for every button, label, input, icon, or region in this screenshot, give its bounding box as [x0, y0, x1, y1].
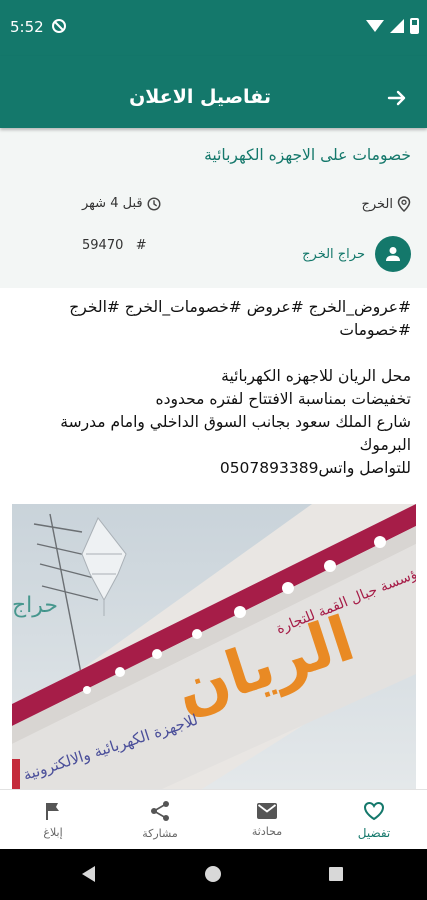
ad-info-card: خصومات على الاجهزه الكهربائية الخرج قبل … [0, 128, 427, 288]
nav-report-label: إبلاغ [43, 826, 63, 839]
status-bar: 5:52 [0, 0, 427, 56]
signal-icon [390, 19, 404, 33]
status-icons [366, 16, 419, 36]
avatar[interactable] [375, 236, 411, 272]
location-pin-icon [397, 196, 411, 212]
nav-chat-label: محادثة [251, 825, 283, 838]
watermark: حراج الخرج [12, 593, 58, 618]
author-name[interactable]: حراج الخرج [302, 247, 365, 262]
share-icon [151, 801, 169, 821]
description-line: للتواصل واتس0507893389 [219, 459, 411, 477]
heart-icon [363, 801, 385, 820]
system-home-icon[interactable] [205, 866, 221, 882]
system-recents-icon[interactable] [329, 867, 343, 881]
ad-number-value: 59470 [82, 238, 124, 253]
description-line: شارع الملك سعود بجانب السوق الداخلي واما… [60, 413, 411, 431]
battery-icon [410, 18, 419, 34]
nav-share[interactable]: مشاركة [107, 790, 213, 850]
description-line: تخفيضات بمناسبة الافتتاح لفتره محدوده [155, 390, 411, 408]
description-line: محل الريان للاجهزه الكهربائية [221, 367, 411, 385]
ad-number: 59470 # [82, 238, 147, 253]
description-line: #خصومات [339, 321, 411, 339]
nav-favorite-label: تفضيل [357, 825, 391, 840]
nav-report[interactable]: إبلاغ [0, 790, 106, 850]
bottom-nav: تفضيل محادثة مشاركة إبلاغ [0, 789, 427, 849]
system-back-icon[interactable] [82, 866, 95, 882]
arrow-forward-icon[interactable] [385, 86, 409, 110]
description-gap [15, 342, 411, 365]
clock-icon [147, 196, 161, 211]
system-nav-bar [0, 849, 427, 900]
posted-time-row: قبل 4 شهر [82, 196, 161, 211]
author-row[interactable]: حراج الخرج [302, 236, 411, 272]
posted-time-text: قبل 4 شهر [82, 196, 143, 211]
nav-favorite[interactable]: تفضيل [321, 790, 427, 850]
description-line: البرموك [359, 436, 411, 454]
hash-symbol: # [127, 238, 147, 253]
nav-chat[interactable]: محادثة [214, 790, 320, 850]
ad-title: خصومات على الاجهزه الكهربائية [204, 146, 411, 164]
nav-share-label: مشاركة [142, 827, 178, 840]
status-time: 5:52 [10, 18, 44, 36]
description-line: #عروض_الخرج #عروض #خصومات_الخرج #الخرج [69, 298, 411, 316]
app-bar: تفاصيل الاعلان [0, 56, 427, 128]
wifi-icon [366, 20, 384, 32]
page-title: تفاصيل الاعلان [129, 86, 271, 108]
flag-icon [46, 803, 59, 820]
dnd-icon [52, 19, 66, 33]
location-row: الخرج [361, 196, 411, 212]
ad-image[interactable]: الريان للاجهزة الكهربائية والالكترونية م… [12, 504, 416, 789]
location-text: الخرج [361, 196, 393, 212]
ad-description: #عروض_الخرج #عروض #خصومات_الخرج #الخرج #… [15, 296, 411, 480]
store-photo: الريان للاجهزة الكهربائية والالكترونية م… [12, 504, 416, 789]
mail-icon [257, 803, 277, 819]
person-icon [386, 247, 400, 261]
